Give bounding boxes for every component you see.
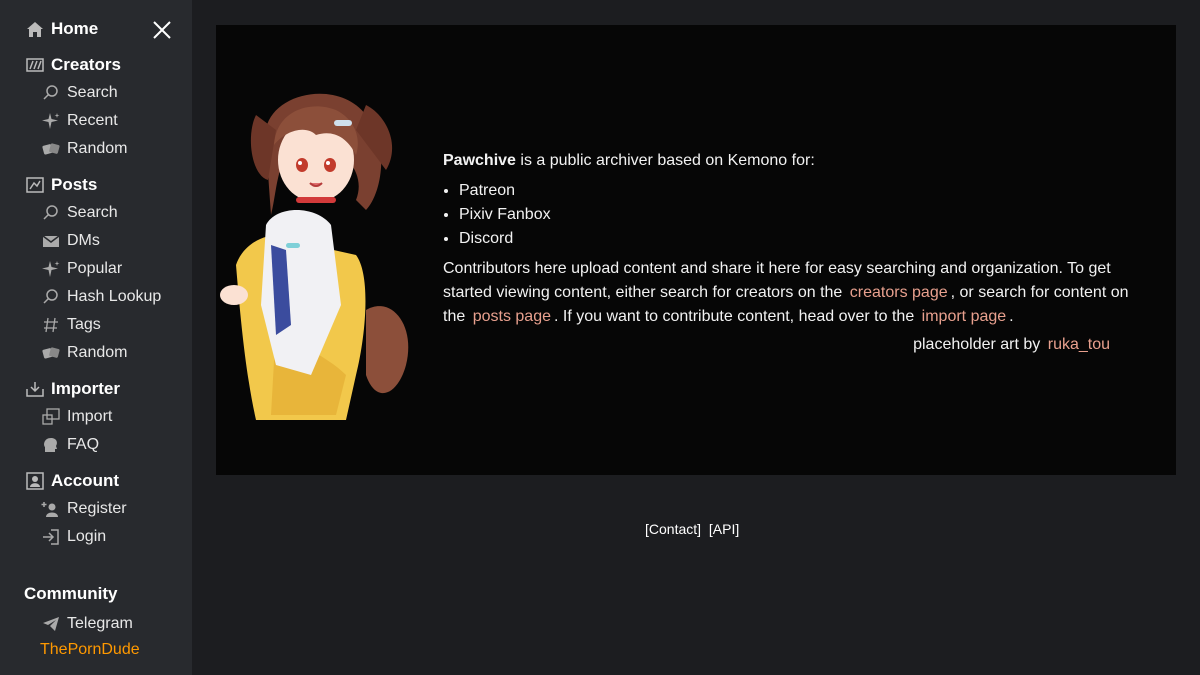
- home-icon: [24, 18, 46, 40]
- brand-name: Pawchive: [443, 152, 516, 169]
- search-icon: [40, 202, 62, 224]
- search-icon: [40, 286, 62, 308]
- list-item: Discord: [459, 227, 1143, 251]
- sidebar-creators-header[interactable]: Creators: [24, 53, 121, 77]
- sparkle-icon: [40, 110, 62, 132]
- search-icon: [40, 82, 62, 104]
- sidebar-creators-label: Creators: [51, 55, 121, 74]
- services-list: Patreon Pixiv Fanbox Discord: [443, 179, 1143, 251]
- sidebar-importer-label: Importer: [51, 379, 120, 398]
- placeholder-art-image: [216, 75, 411, 420]
- art-credit: placeholder art by ruka_tou: [443, 333, 1143, 357]
- sidebar-item-posts-random[interactable]: Random: [40, 341, 127, 365]
- sidebar-home[interactable]: Home: [24, 17, 98, 41]
- sidebar-posts-label: Posts: [51, 175, 98, 194]
- sidebar-item-creators-recent[interactable]: Recent: [40, 109, 118, 133]
- contact-link[interactable]: [Contact]: [645, 521, 701, 537]
- community-heading: Community: [24, 584, 118, 603]
- sidebar-item-label: Login: [67, 528, 107, 545]
- sidebar-posts-header[interactable]: Posts: [24, 173, 97, 197]
- sidebar-home-label: Home: [51, 19, 99, 38]
- sidebar-account-label: Account: [51, 471, 119, 490]
- description-part: . If you want to contribute content, hea…: [553, 308, 915, 325]
- login-icon: [40, 526, 62, 548]
- sidebar-item-label: FAQ: [67, 436, 100, 453]
- posts-icon: [24, 174, 46, 196]
- sidebar-item-posts-popular[interactable]: Popular: [40, 257, 122, 281]
- sidebar-item-creators-random[interactable]: Random: [40, 137, 127, 161]
- artist-link[interactable]: ruka_tou: [1045, 336, 1113, 353]
- sidebar-item-label: Tags: [67, 316, 101, 333]
- footer: [Contact] [API]: [645, 521, 743, 537]
- dice-icon: [40, 138, 62, 160]
- sidebar-item-login[interactable]: Login: [40, 525, 106, 549]
- sidebar-item-posts-hash-lookup[interactable]: Hash Lookup: [40, 285, 161, 309]
- telegram-icon: [40, 613, 62, 635]
- intro-line: Pawchive is a public archiver based on K…: [443, 149, 1143, 173]
- dice-icon: [40, 342, 62, 364]
- sidebar-item-label: DMs: [67, 232, 100, 249]
- intro-card: Pawchive is a public archiver based on K…: [216, 25, 1176, 475]
- sidebar-item-label: Random: [67, 344, 128, 361]
- close-icon[interactable]: [150, 18, 174, 42]
- list-item: Pixiv Fanbox: [459, 203, 1143, 227]
- intro-text: Pawchive is a public archiver based on K…: [443, 149, 1143, 357]
- list-item: Patreon: [459, 179, 1143, 203]
- sidebar-item-posts-dms[interactable]: DMs: [40, 229, 100, 253]
- add-user-icon: [40, 498, 62, 520]
- sidebar-item-posts-tags[interactable]: Tags: [40, 313, 101, 337]
- import-page-link[interactable]: import page: [919, 308, 1010, 325]
- envelope-icon: [40, 230, 62, 252]
- sidebar-item-label: Hash Lookup: [67, 288, 162, 305]
- sparkle-icon: [40, 258, 62, 280]
- sidebar-item-telegram[interactable]: Telegram: [40, 612, 133, 636]
- sidebar-item-label: Register: [67, 500, 127, 517]
- credit-prefix: placeholder art by: [913, 336, 1041, 353]
- sidebar: Home Creators Search Recent Random Posts: [0, 0, 192, 675]
- sidebar-item-creators-search[interactable]: Search: [40, 81, 118, 105]
- description: Contributors here upload content and sha…: [443, 257, 1143, 329]
- sidebar-importer-header[interactable]: Importer: [24, 377, 120, 401]
- sidebar-item-label: Search: [67, 84, 118, 101]
- posts-page-link[interactable]: posts page: [470, 308, 554, 325]
- sidebar-item-label: Telegram: [67, 615, 133, 632]
- sidebar-account-header[interactable]: Account: [24, 469, 119, 493]
- sidebar-item-posts-search[interactable]: Search: [40, 201, 118, 225]
- import-icon: [40, 406, 62, 428]
- account-icon: [24, 470, 46, 492]
- sidebar-item-import[interactable]: Import: [40, 405, 112, 429]
- sidebar-item-label: Popular: [67, 260, 123, 277]
- hashtag-icon: [40, 314, 62, 336]
- sidebar-item-label: Import: [67, 408, 113, 425]
- api-link[interactable]: [API]: [709, 521, 739, 537]
- description-part: .: [1009, 308, 1014, 325]
- importer-icon: [24, 378, 46, 400]
- sidebar-item-theporndude[interactable]: ThePornDude: [40, 641, 140, 659]
- creators-page-link[interactable]: creators page: [847, 284, 951, 301]
- sidebar-item-label: Random: [67, 140, 128, 157]
- sidebar-item-register[interactable]: Register: [40, 497, 127, 521]
- sidebar-item-faq[interactable]: FAQ: [40, 433, 99, 457]
- sidebar-item-label: Search: [67, 204, 118, 221]
- creators-icon: [24, 54, 46, 76]
- head-question-icon: [40, 434, 62, 456]
- sidebar-item-label: Recent: [67, 112, 118, 129]
- intro-line-rest: is a public archiver based on Kemono for…: [515, 152, 815, 169]
